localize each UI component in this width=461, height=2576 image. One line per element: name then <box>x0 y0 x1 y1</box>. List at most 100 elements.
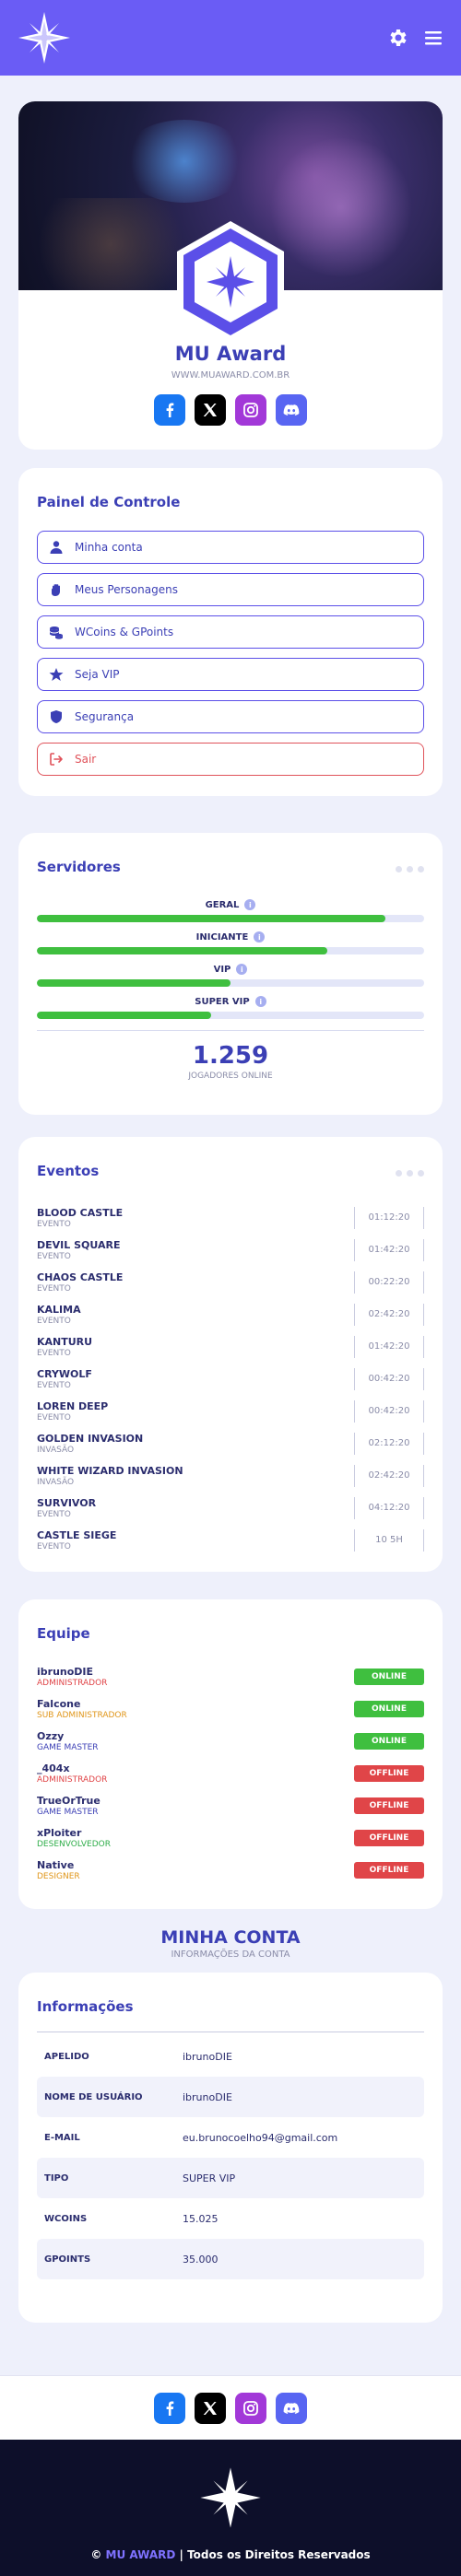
event-type: INVASÃO <box>37 1445 75 1455</box>
carousel-dots[interactable] <box>396 1170 424 1177</box>
event-row: SURVIVOR EVENTO 04:12:20 <box>37 1492 424 1524</box>
account-info-table: APELIDO ibrunoDIE NOME DE USUÁRIO ibrunoDIE… <box>37 2036 424 2279</box>
facebook-button[interactable] <box>154 394 185 426</box>
info-icon[interactable]: i <box>254 931 266 943</box>
info-key: APELIDO <box>44 2051 89 2062</box>
menu-item-label: WCoins & GPoints <box>75 626 174 638</box>
member-info: xPloiter DESENVOLVEDOR <box>37 1827 111 1849</box>
server-load-fill <box>37 915 385 922</box>
member-role: GAME MASTER <box>37 1807 99 1817</box>
info-value: SUPER VIP <box>183 2172 236 2184</box>
events-title: Eventos <box>37 1163 100 1179</box>
control-panel-title: Painel de Controle <box>37 494 181 510</box>
account-info-row: WCOINS 15.025 <box>37 2198 424 2239</box>
menu-item-my-characters[interactable]: Meus Personagens <box>37 573 424 606</box>
member-info: Falcone SUB ADMINISTRADOR <box>37 1698 127 1720</box>
event-name: CASTLE SIEGE <box>37 1528 117 1541</box>
carousel-dots[interactable] <box>396 866 424 872</box>
event-type: EVENTO <box>37 1316 71 1326</box>
server-load-bar <box>37 1012 424 1019</box>
event-time: 00:42:20 <box>354 1367 424 1390</box>
event-name: CRYWOLF <box>37 1367 92 1380</box>
menu-item-security[interactable]: Segurança <box>37 700 424 733</box>
menu-item-my-account[interactable]: Minha conta <box>37 531 424 564</box>
member-name[interactable]: Native <box>37 1859 80 1871</box>
server-name: VIP <box>213 964 231 975</box>
event-type: EVENTO <box>37 1380 71 1390</box>
member-name[interactable]: ibrunoDIE <box>37 1666 107 1678</box>
event-info: BLOOD CASTLE EVENTO <box>37 1207 123 1229</box>
event-row: WHITE WIZARD INVASION INVASÃO 02:42:20 <box>37 1459 424 1492</box>
account-info-row: E-MAIL eu.brunocoelho94@gmail.com <box>37 2117 424 2158</box>
x-icon <box>203 2401 217 2415</box>
server-load-fill <box>37 1012 211 1019</box>
facebook-icon <box>166 403 174 417</box>
event-info: CASTLE SIEGE EVENTO <box>37 1529 116 1551</box>
status-badge: ONLINE <box>354 1700 424 1717</box>
member-name[interactable]: _404x <box>37 1762 107 1774</box>
member-info: Ozzy GAME MASTER <box>37 1730 99 1752</box>
shield-icon <box>51 710 62 723</box>
fist-icon <box>52 583 60 596</box>
account-heading-subtitle: INFORMAÇÕES DA CONTA <box>171 1950 290 1960</box>
x-button[interactable] <box>195 394 226 426</box>
event-info: CHAOS CASTLE EVENTO <box>37 1271 123 1294</box>
server-item: VIP i <box>37 962 424 987</box>
info-icon[interactable]: i <box>254 996 266 1007</box>
event-name: LOREN DEEP <box>37 1399 109 1412</box>
event-name: GOLDEN INVASION <box>37 1432 144 1445</box>
footer: © MU AWARD | Todos os Direitos Reservado… <box>0 2440 461 2576</box>
event-time: 00:22:20 <box>354 1270 424 1294</box>
menu-item-logout[interactable]: Sair <box>37 743 424 776</box>
info-value: eu.brunocoelho94@gmail.com <box>183 2131 338 2144</box>
event-time: 02:42:20 <box>354 1464 424 1487</box>
hamburger-icon[interactable] <box>422 27 444 49</box>
events-card: Eventos BLOOD CASTLE EVENTO 01:12:20 DEVIL … <box>18 1137 443 1572</box>
facebook-button[interactable] <box>154 2392 185 2424</box>
member-name[interactable]: TrueOrTrue <box>37 1795 100 1807</box>
menu-item-label: Sair <box>75 753 97 766</box>
footer-brand[interactable]: MU AWARD <box>106 2548 176 2561</box>
discord-icon <box>283 404 300 416</box>
menu-item-wcoins-gpoints[interactable]: WCoins & GPoints <box>37 615 424 649</box>
status-badge: ONLINE <box>354 1732 424 1750</box>
member-role: DESENVOLVEDOR <box>37 1839 111 1849</box>
servers-title: Servidores <box>37 859 121 875</box>
member-name[interactable]: xPloiter <box>37 1827 111 1839</box>
status-badge: OFFLINE <box>354 1764 424 1782</box>
member-name[interactable]: Ozzy <box>37 1730 99 1742</box>
event-type: EVENTO <box>37 1283 71 1294</box>
event-row: DEVIL SQUARE EVENTO 01:42:20 <box>37 1234 424 1266</box>
event-info: KALIMA EVENTO <box>37 1304 81 1326</box>
event-list: BLOOD CASTLE EVENTO 01:12:20 DEVIL SQUARE EV… <box>37 1201 424 1556</box>
instagram-button[interactable] <box>235 394 266 426</box>
server-name: INICIANTE <box>195 931 249 943</box>
info-icon[interactable]: i <box>236 964 248 975</box>
menu-item-be-vip[interactable]: Seja VIP <box>37 658 424 691</box>
event-row: CRYWOLF EVENTO 00:42:20 <box>37 1363 424 1395</box>
event-info: DEVIL SQUARE EVENTO <box>37 1239 120 1261</box>
menu-item-label: Meus Personagens <box>75 583 178 596</box>
member-role: DESIGNER <box>37 1871 80 1881</box>
server-list: GERAL i INICIANTE i VIP i SUPER VIP i <box>37 897 424 1019</box>
info-key: TIPO <box>44 2172 69 2184</box>
server-load-bar <box>37 947 424 954</box>
event-name: CHAOS CASTLE <box>37 1270 124 1283</box>
discord-button[interactable] <box>276 394 307 426</box>
instagram-icon <box>243 2400 258 2416</box>
top-header <box>0 0 461 76</box>
team-member-row: TrueOrTrue GAME MASTER OFFLINE <box>37 1789 424 1821</box>
gear-icon[interactable] <box>387 27 409 49</box>
star-logo-icon[interactable] <box>17 10 72 65</box>
divider <box>37 1030 424 1031</box>
event-type: EVENTO <box>37 1348 71 1358</box>
instagram-button[interactable] <box>235 2392 266 2424</box>
profile-url[interactable]: WWW.MUAWARD.COM.BR <box>18 370 443 381</box>
x-button[interactable] <box>195 2392 226 2424</box>
status-badge: OFFLINE <box>354 1861 424 1879</box>
event-type: EVENTO <box>37 1412 71 1423</box>
discord-button[interactable] <box>276 2392 307 2424</box>
member-name[interactable]: Falcone <box>37 1698 127 1710</box>
info-icon[interactable]: i <box>244 899 256 910</box>
servers-card: Servidores GERAL i INICIANTE i VIP i SUPER … <box>18 833 443 1115</box>
